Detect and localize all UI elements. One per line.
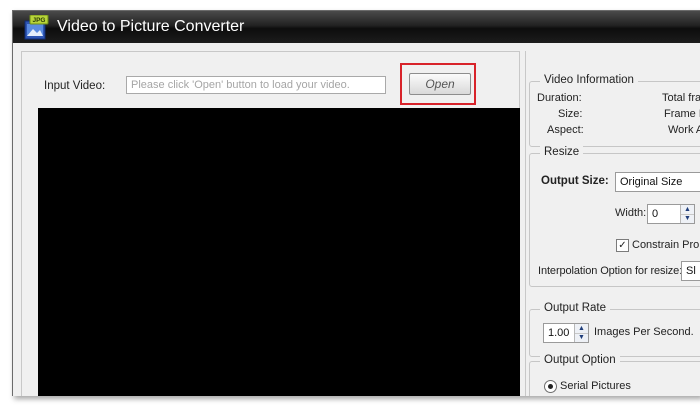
client-area: Input Video: Open Video Information Dura…: [13, 43, 700, 396]
app-icon: JPG: [24, 15, 49, 40]
output-option-title: Output Option: [540, 354, 620, 366]
aspect-label: Aspect:: [547, 124, 584, 136]
title-bar[interactable]: JPG Video to Picture Converter: [13, 11, 700, 43]
duration-label: Duration:: [537, 92, 582, 104]
width-label: Width:: [615, 207, 647, 219]
app-icon-label: JPG: [32, 17, 45, 24]
frame-rate-label: Frame R: [664, 108, 700, 120]
open-button[interactable]: Open: [409, 73, 471, 95]
spin-down-icon[interactable]: ▼: [681, 214, 694, 223]
constrain-label: Constrain Pro: [632, 239, 700, 251]
video-information-title: Video Information: [540, 74, 638, 86]
window-title: Video to Picture Converter: [57, 18, 245, 35]
size-label: Size:: [558, 108, 583, 120]
output-size-value: Original Size: [620, 176, 683, 188]
output-size-label: Output Size:: [541, 175, 609, 187]
settings-panel: Video Information Duration: Size: Aspect…: [525, 51, 700, 396]
total-frames-label: Total fra: [662, 92, 700, 104]
app-window: JPG Video to Picture Converter Input Vid…: [12, 10, 700, 396]
output-rate-title: Output Rate: [540, 302, 611, 314]
resize-title: Resize: [540, 146, 584, 158]
output-rate-unit: Images Per Second.: [594, 326, 694, 338]
serial-pictures-radio[interactable]: [544, 380, 557, 393]
output-option-group: Output Option Serial Pictures: [529, 354, 700, 396]
input-video-label: Input Video:: [44, 80, 106, 92]
serial-pictures-label: Serial Pictures: [560, 380, 631, 392]
output-size-select[interactable]: Original Size: [615, 172, 700, 192]
interpolation-value: Sl: [686, 265, 696, 277]
constrain-checkbox[interactable]: ✓: [616, 239, 629, 252]
interpolation-select[interactable]: Sl: [681, 261, 700, 281]
work-label: Work A: [668, 124, 700, 136]
video-information-group: Video Information Duration: Size: Aspect…: [529, 74, 700, 147]
width-stepper-buttons: ▲ ▼: [680, 205, 694, 223]
width-stepper[interactable]: 0 ▲ ▼: [647, 204, 695, 224]
output-rate-group: Output Rate 1.00 ▲ ▼ Images Per Second.: [529, 302, 700, 357]
spin-down-icon[interactable]: ▼: [575, 333, 588, 342]
interpolation-label: Interpolation Option for resize:: [538, 265, 683, 277]
output-rate-value: 1.00: [548, 327, 570, 339]
input-video-field[interactable]: [126, 76, 386, 94]
video-panel: Input Video: Open: [21, 51, 520, 396]
width-value: 0: [652, 208, 659, 220]
video-preview: [38, 108, 520, 396]
output-rate-stepper-buttons: ▲ ▼: [574, 324, 588, 342]
resize-group: Resize Output Size: Original Size Width:…: [529, 146, 700, 287]
output-rate-stepper[interactable]: 1.00 ▲ ▼: [543, 323, 589, 343]
